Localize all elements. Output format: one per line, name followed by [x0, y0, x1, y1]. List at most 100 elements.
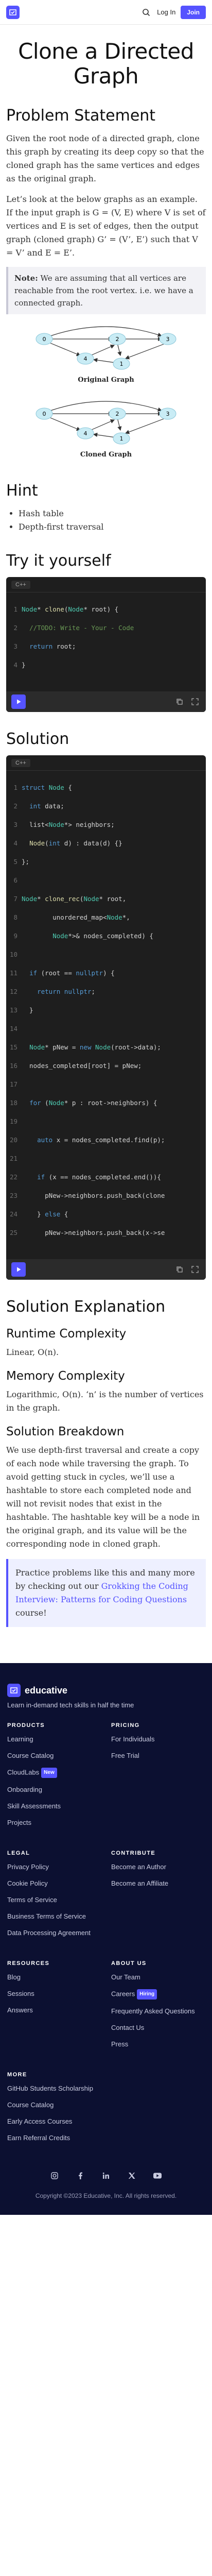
login-link[interactable]: Log In: [157, 8, 175, 16]
memory-heading: Memory Complexity: [6, 1369, 125, 1383]
footer-link[interactable]: Frequently Asked Questions: [111, 2007, 205, 2016]
note-label: Note:: [14, 274, 38, 283]
svg-text:4: 4: [84, 355, 87, 362]
problem-heading: Problem Statement: [6, 107, 156, 125]
footer-link[interactable]: Contact Us: [111, 2023, 205, 2032]
breakdown-heading: Solution Breakdown: [6, 1425, 125, 1438]
try-heading: Try it yourself: [6, 552, 111, 570]
footer-brand[interactable]: educative: [7, 1684, 205, 1697]
footer-col-about: ABOUT US Our Team Careers Hiring Frequent…: [111, 1960, 205, 2056]
footer-link[interactable]: Business Terms of Service: [7, 1912, 101, 1921]
footer-link[interactable]: Cookie Policy: [7, 1879, 101, 1888]
svg-text:4: 4: [84, 430, 87, 437]
runtime-heading: Runtime Complexity: [6, 1327, 127, 1341]
facebook-icon[interactable]: [75, 2171, 85, 2181]
copy-icon[interactable]: [174, 696, 185, 707]
footer-link[interactable]: Learning: [7, 1735, 101, 1744]
top-bar: Log In Join: [0, 0, 212, 25]
footer-link[interactable]: Onboarding: [7, 1785, 101, 1794]
youtube-icon[interactable]: [152, 2171, 163, 2181]
svg-text:2: 2: [116, 336, 119, 343]
footer-link[interactable]: Press: [111, 2040, 205, 2049]
footer-link[interactable]: Earn Referral Credits: [7, 2133, 101, 2143]
footer-link[interactable]: Early Access Courses: [7, 2117, 101, 2126]
footer-col-heading: RESOURCES: [7, 1960, 50, 1967]
footer-col-heading: PRICING: [111, 1722, 140, 1728]
cloned-graph: 0 2 3 4 1 Cloned Graph: [6, 397, 206, 464]
footer-link[interactable]: Become an Author: [111, 1862, 205, 1872]
footer-col-heading: ABOUT US: [111, 1960, 147, 1967]
hiring-badge: Hiring: [137, 1989, 157, 1999]
cloned-graph-caption: Cloned Graph: [80, 451, 132, 459]
solution-heading: Solution: [6, 730, 69, 748]
main-content: Clone a Directed Graph Problem Statement…: [0, 39, 212, 1627]
try-code-widget: C++ 1 Node* clone(Node* root) { 2 //TODO:…: [6, 577, 206, 712]
twitter-icon[interactable]: [127, 2171, 137, 2181]
footer-link[interactable]: Terms of Service: [7, 1895, 101, 1905]
hint-heading: Hint: [6, 482, 38, 500]
footer-link[interactable]: Sessions: [7, 1989, 101, 1998]
hint-list: Hash table Depth-first traversal: [19, 507, 206, 534]
footer: educative Learn in-demand tech skills in…: [0, 1663, 212, 2215]
educative-logo[interactable]: [6, 5, 20, 19]
code-editor[interactable]: 1 Node* clone(Node* root) { 2 //TODO: Wri…: [6, 592, 206, 691]
course-promo: Practice problems like this and many mor…: [6, 1559, 206, 1627]
svg-text:2: 2: [116, 411, 119, 417]
problem-paragraph-1: Given the root node of a directed graph,…: [6, 133, 204, 183]
runtime-text: Linear, O(n).: [6, 1347, 59, 1357]
footer-link[interactable]: Blog: [7, 1973, 101, 1982]
instagram-icon[interactable]: [49, 2171, 60, 2181]
footer-link[interactable]: Answers: [7, 2006, 101, 2015]
footer-col-contribute: CONTRIBUTE Become an Author Become an Af…: [111, 1850, 205, 1945]
footer-link[interactable]: Become an Affiliate: [111, 1879, 205, 1888]
svg-text:1: 1: [120, 361, 123, 367]
code-editor[interactable]: 1 struct Node { 2 int data; 3 list<Node*>…: [6, 771, 206, 1259]
breakdown-text: We use depth-first traversal and create …: [6, 1445, 200, 1549]
code-header: C++: [6, 577, 206, 592]
footer-link[interactable]: GitHub Students Scholarship: [7, 2084, 101, 2093]
hint-item: Depth-first traversal: [19, 520, 206, 534]
note-text: We are assuming that all vertices are re…: [14, 274, 193, 308]
footer-col-products: PRODUCTS Learning Course Catalog CloudLa…: [7, 1722, 101, 1835]
footer-link[interactable]: Skill Assessments: [7, 1802, 101, 1811]
new-badge: New: [41, 1768, 57, 1778]
footer-link[interactable]: Data Processing Agreement: [7, 1928, 101, 1938]
educative-logo-icon: [7, 1684, 21, 1697]
footer-link[interactable]: Projects: [7, 1818, 101, 1827]
footer-tagline: Learn in-demand tech skills in half the …: [7, 1701, 134, 1709]
svg-text:3: 3: [166, 336, 170, 343]
footer-link[interactable]: Course Catalog: [7, 1751, 101, 1760]
expand-icon[interactable]: [189, 696, 201, 707]
search-icon[interactable]: [138, 5, 154, 20]
footer-link-careers[interactable]: Careers Hiring: [111, 1989, 205, 1999]
join-button[interactable]: Join: [181, 5, 206, 19]
original-graph: 0 2 3 4 1 Original Graph: [6, 323, 206, 389]
original-graph-diagram: 0 2 3 4 1: [36, 326, 176, 370]
footer-link[interactable]: Our Team: [111, 1973, 205, 1982]
svg-text:1: 1: [120, 435, 123, 442]
footer-col-heading: MORE: [7, 2072, 27, 2078]
footer-link[interactable]: Privacy Policy: [7, 1862, 101, 1872]
expand-icon[interactable]: [189, 1264, 201, 1275]
linkedin-icon[interactable]: [101, 2171, 111, 2181]
solution-code-widget: C++ 1 struct Node { 2 int data; 3 list<No…: [6, 755, 206, 1280]
footer-link[interactable]: Course Catalog: [7, 2100, 101, 2110]
language-selector[interactable]: C++: [11, 580, 30, 589]
svg-text:0: 0: [43, 336, 46, 343]
explanation-heading: Solution Explanation: [6, 1298, 166, 1316]
run-button[interactable]: [11, 694, 26, 709]
language-selector[interactable]: C++: [11, 758, 30, 767]
footer-col-heading: CONTRIBUTE: [111, 1850, 156, 1856]
footer-links: PRODUCTS Learning Course Catalog CloudLa…: [7, 1722, 205, 2150]
footer-col-legal: LEGAL Privacy Policy Cookie Policy Terms…: [7, 1850, 101, 1945]
copy-icon[interactable]: [174, 1264, 185, 1275]
original-graph-caption: Original Graph: [78, 376, 134, 384]
footer-link-cloudlabs[interactable]: CloudLabs New: [7, 1768, 101, 1778]
social-links: [7, 2171, 205, 2181]
footer-link[interactable]: For Individuals: [111, 1735, 205, 1744]
code-footer: [6, 1259, 206, 1280]
run-button[interactable]: [11, 1262, 26, 1277]
footer-link[interactable]: Free Trial: [111, 1751, 205, 1760]
svg-text:3: 3: [166, 411, 170, 417]
code-footer: [6, 691, 206, 712]
